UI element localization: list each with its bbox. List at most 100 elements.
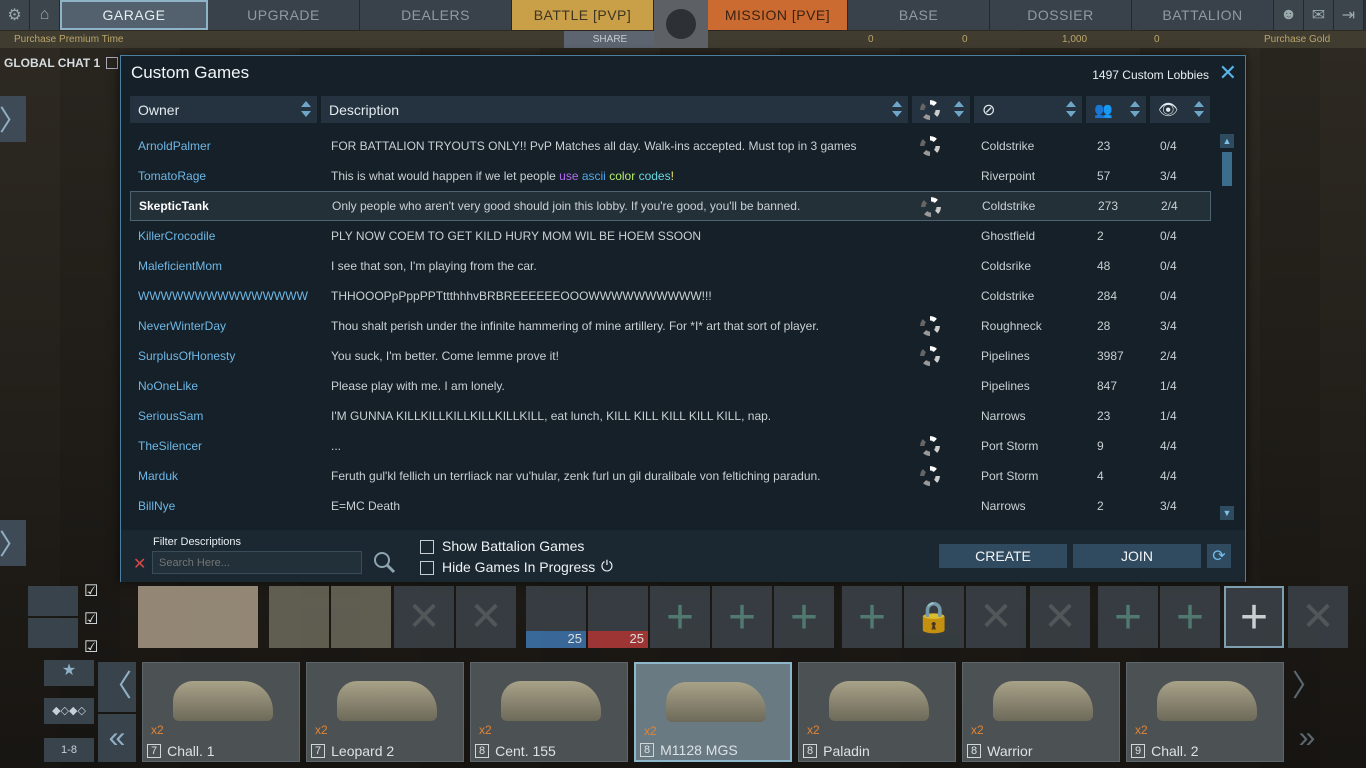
commander-portrait[interactable] [138, 586, 258, 648]
global-chat[interactable]: GLOBAL CHAT 1 [0, 54, 119, 72]
chat-toggle-checkbox[interactable] [106, 57, 119, 69]
exit-icon[interactable]: ⇥ [1334, 0, 1364, 30]
column-map[interactable]: ⊘ [974, 96, 1082, 123]
sort-icon[interactable] [1194, 100, 1204, 118]
tab-battalion[interactable]: BATTALION [1132, 0, 1274, 30]
purchase-gold-link[interactable]: Purchase Gold [1264, 31, 1330, 48]
lobby-row[interactable]: ArnoldPalmer FOR BATTALION TRYOUTS ONLY!!… [130, 131, 1211, 161]
consumable-slot[interactable]: 25 [526, 586, 586, 648]
lobby-row[interactable]: SurplusOfHonesty You suck, I'm better. Co… [130, 341, 1211, 371]
tab-mission-pve[interactable]: MISSION [PVE] [708, 0, 848, 30]
tab-upgrade[interactable]: UPGRADE [208, 0, 360, 30]
empty-slot-x-icon[interactable]: ✕ [966, 586, 1026, 648]
filter-types-icon[interactable]: ◆◇◆◇ [44, 698, 94, 724]
join-button[interactable]: JOIN [1073, 544, 1201, 568]
column-status[interactable] [912, 96, 970, 123]
scroll-first-icon[interactable]: « [98, 714, 136, 762]
vehicle-name-row: 8 Paladin [803, 743, 870, 759]
favorite-icon[interactable]: ★ [44, 660, 94, 686]
create-button[interactable]: CREATE [939, 544, 1067, 568]
vehicle-card[interactable]: x2 8 M1128 MGS [634, 662, 792, 762]
lobby-row[interactable]: NeverWinterDay Thou shalt perish under th… [130, 311, 1211, 341]
add-slot-plus-icon[interactable]: + [1098, 586, 1158, 648]
left-expand-arrow-icon[interactable]: 〉 [0, 96, 27, 142]
sort-icon[interactable] [301, 100, 311, 118]
scroll-up-icon[interactable]: ▲ [1220, 134, 1234, 148]
player-avatar[interactable] [654, 0, 708, 48]
show-battalion-checkbox[interactable] [420, 540, 434, 554]
sort-icon[interactable] [954, 100, 964, 118]
settings-gear-icon[interactable]: ⚙ [0, 0, 30, 30]
column-players[interactable]: 👥 [1086, 96, 1146, 123]
search-icon[interactable] [372, 550, 396, 574]
vehicle-card[interactable]: x2 9 Chall. 2 [1126, 662, 1284, 762]
add-slot-plus-icon[interactable]: + [712, 586, 772, 648]
vehicle-card[interactable]: x2 8 Warrior [962, 662, 1120, 762]
scroll-down-icon[interactable]: ▼ [1220, 506, 1234, 520]
column-owner[interactable]: Owner [130, 96, 317, 123]
lobby-row[interactable]: BillNye E=MC Death Narrows 2 3/4 [130, 491, 1211, 521]
search-input[interactable] [152, 551, 362, 574]
lobby-spectators: 0/4 [1160, 139, 1177, 153]
lobby-row[interactable]: KillerCrocodile PLY NOW COEM TO GET KILD … [130, 221, 1211, 251]
lobby-row[interactable]: NoOneLike Please play with me. I am lonel… [130, 371, 1211, 401]
add-slot-plus-icon[interactable]: + [1160, 586, 1220, 648]
sort-icon[interactable] [1066, 100, 1076, 118]
lobby-row[interactable]: WWWWWWWWWWWWWWW THHOOOPpPppPPTttthhhvBRBR… [130, 281, 1211, 311]
vehicle-card[interactable]: x2 8 Paladin [798, 662, 956, 762]
scroll-last-icon[interactable]: » [1292, 714, 1322, 762]
add-slot-plus-icon[interactable]: + [842, 586, 902, 648]
lobby-row[interactable]: SkepticTank Only people who aren't very g… [130, 191, 1211, 221]
lobby-row[interactable]: TheSilencer... Port Storm 9 4/4 [130, 431, 1211, 461]
lobby-owner: SurplusOfHonesty [138, 349, 236, 363]
empty-slot-x-icon[interactable]: ✕ [394, 586, 454, 648]
clear-filter-icon[interactable]: ✕ [133, 554, 146, 574]
checkbox-icon[interactable]: ☑ ☑ ☑ [84, 578, 98, 662]
tab-base[interactable]: BASE [848, 0, 990, 30]
lobby-description: I see that son, I'm playing from the car… [331, 259, 537, 273]
close-icon[interactable]: ✕ [1219, 60, 1237, 86]
empty-slot-x-icon[interactable]: ✕ [1288, 586, 1348, 648]
tier-range[interactable]: 1-8 [44, 738, 94, 762]
scroll-right-icon[interactable]: 〉 [1292, 662, 1322, 712]
profile-icon[interactable]: ☻ [1274, 0, 1304, 30]
sort-icon[interactable] [892, 100, 902, 118]
wrench-icon[interactable] [28, 586, 78, 616]
scroll-thumb[interactable] [1222, 152, 1232, 186]
crew-portrait[interactable] [269, 586, 329, 648]
lobby-row[interactable]: TomatoRage This is what would happen if w… [130, 161, 1211, 191]
add-vehicle-plus-icon[interactable]: + [1224, 586, 1284, 648]
crew-portrait[interactable] [331, 586, 391, 648]
tab-dossier[interactable]: DOSSIER [990, 0, 1132, 30]
lobby-row[interactable]: Marduk Feruth gul'kl fellich un terrliack… [130, 461, 1211, 491]
tab-garage[interactable]: GARAGE [60, 0, 208, 30]
vehicle-card[interactable]: x2 7 Leopard 2 [306, 662, 464, 762]
hide-progress-checkbox[interactable] [420, 561, 434, 575]
home-icon[interactable]: ⌂ [30, 0, 60, 30]
empty-slot-x-icon[interactable]: ✕ [456, 586, 516, 648]
empty-slot-x-icon[interactable]: ✕ [1030, 586, 1090, 648]
column-spectators[interactable]: 👁 [1150, 96, 1210, 123]
consumable-slot[interactable]: 25 [588, 586, 648, 648]
purchase-premium-link[interactable]: Purchase Premium Time [14, 31, 123, 48]
sort-icon[interactable] [1130, 100, 1140, 118]
column-description[interactable]: Description [321, 96, 908, 123]
currency-credits: 1,000 [1062, 34, 1088, 45]
lobby-row[interactable]: SeriousSam I'M GUNNA KILLKILLKILLKILLKILL… [130, 401, 1211, 431]
tab-dealers[interactable]: DEALERS [360, 0, 512, 30]
add-slot-plus-icon[interactable]: + [774, 586, 834, 648]
refresh-icon[interactable]: ⟳ [1207, 544, 1231, 568]
tab-battle-pvp[interactable]: BATTLE [PVP] [512, 0, 654, 30]
vehicle-card[interactable]: x2 8 Cent. 155 [470, 662, 628, 762]
scroll-left-icon[interactable]: 〈 [98, 662, 136, 712]
vehicle-name-row: 7 Leopard 2 [311, 743, 394, 759]
paint-icon[interactable] [28, 618, 78, 648]
lobby-owner: ArnoldPalmer [138, 139, 211, 153]
vehicle-card[interactable]: x2 7 Chall. 1 [142, 662, 300, 762]
share-button[interactable]: SHARE [564, 31, 656, 48]
lobby-scrollbar[interactable]: ▲ ▼ [1220, 134, 1234, 520]
left-expand-arrow-icon[interactable]: 〉 [0, 520, 27, 566]
messages-icon[interactable]: ✉ [1304, 0, 1334, 30]
add-slot-plus-icon[interactable]: + [650, 586, 710, 648]
lobby-row[interactable]: MaleficientMom I see that son, I'm playin… [130, 251, 1211, 281]
